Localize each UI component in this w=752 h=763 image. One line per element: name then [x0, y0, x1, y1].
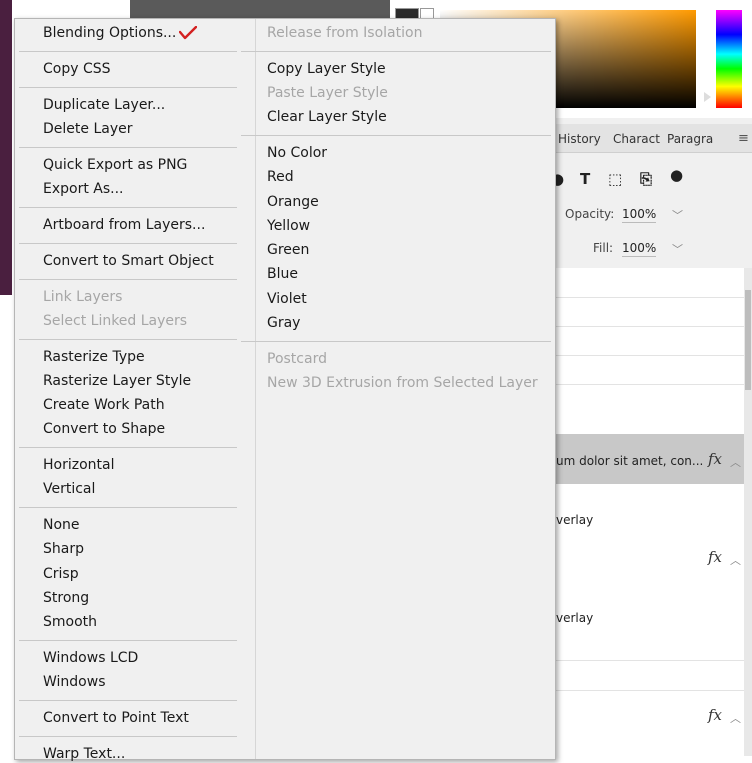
- collapse-chevron-icon[interactable]: ︿: [730, 454, 741, 470]
- menu-separator: [241, 135, 551, 136]
- menu-separator: [19, 147, 237, 148]
- menu-item-color-none[interactable]: No Color: [267, 144, 327, 162]
- menu-item-rasterize-type[interactable]: Rasterize Type: [43, 348, 145, 366]
- menu-item-copy-css[interactable]: Copy CSS: [43, 60, 111, 78]
- menu-separator: [19, 51, 237, 52]
- hue-slider-marker-icon[interactable]: [704, 92, 711, 102]
- menu-item-copy-layer-style[interactable]: Copy Layer Style: [267, 60, 386, 78]
- menu-item-release-isolation: Release from Isolation: [267, 25, 423, 41]
- menu-separator: [19, 447, 237, 448]
- menu-item-artboard-from-layers[interactable]: Artboard from Layers...: [43, 216, 205, 234]
- menu-separator: [241, 51, 551, 52]
- menu-item-convert-smart-object[interactable]: Convert to Smart Object: [43, 252, 214, 270]
- menu-item-color-gray[interactable]: Gray: [267, 314, 300, 332]
- layer-divider: [552, 326, 744, 327]
- menu-item-new-3d-extrusion: New 3D Extrusion from Selected Layer: [267, 375, 538, 391]
- hue-slider[interactable]: [716, 10, 742, 108]
- layers-scrollbar-thumb[interactable]: [745, 290, 751, 390]
- menu-separator: [19, 207, 237, 208]
- tab-history[interactable]: History: [558, 132, 601, 146]
- menu-item-vertical[interactable]: Vertical: [43, 480, 95, 498]
- menu-item-warp-text[interactable]: Warp Text...: [43, 745, 125, 763]
- menu-item-quick-export[interactable]: Quick Export as PNG: [43, 156, 187, 174]
- menu-item-aa-crisp[interactable]: Crisp: [43, 565, 79, 583]
- menu-column-divider: [255, 19, 256, 759]
- menu-separator: [19, 87, 237, 88]
- layer-name[interactable]: um dolor sit amet, con...: [556, 454, 703, 468]
- menu-item-select-linked-layers: Select Linked Layers: [43, 313, 188, 329]
- menu-separator: [19, 700, 237, 701]
- effect-overlay-label[interactable]: verlay: [556, 611, 593, 625]
- menu-item-delete-layer[interactable]: Delete Layer: [43, 120, 132, 138]
- menu-item-aa-none[interactable]: None: [43, 516, 80, 534]
- filter-toggle-icon[interactable]: ●: [670, 166, 683, 184]
- layer-divider: [552, 660, 744, 661]
- menu-item-rasterize-layer-style[interactable]: Rasterize Layer Style: [43, 372, 191, 390]
- check-mark-icon: [179, 26, 198, 40]
- top-strip: [130, 0, 390, 18]
- fill-value[interactable]: 100%: [622, 241, 657, 257]
- tab-character[interactable]: Charact: [613, 132, 660, 146]
- layers-list: [552, 268, 744, 756]
- layer-divider: [552, 690, 744, 691]
- panel-menu-icon[interactable]: ≡: [738, 131, 749, 146]
- menu-item-color-red[interactable]: Red: [267, 168, 294, 186]
- menu-item-clear-layer-style[interactable]: Clear Layer Style: [267, 108, 387, 126]
- layer-divider: [552, 297, 744, 298]
- menu-item-postcard: Postcard: [267, 351, 327, 367]
- menu-item-convert-to-shape[interactable]: Convert to Shape: [43, 420, 165, 438]
- menu-item-aa-sharp[interactable]: Sharp: [43, 540, 84, 558]
- opacity-label: Opacity:: [565, 207, 615, 221]
- menu-item-color-violet[interactable]: Violet: [267, 290, 307, 308]
- filter-type-icon[interactable]: T: [580, 170, 590, 188]
- menu-separator: [19, 507, 237, 508]
- collapse-chevron-icon[interactable]: ︿: [730, 710, 741, 726]
- menu-separator: [19, 736, 237, 737]
- menu-item-aa-smooth[interactable]: Smooth: [43, 613, 97, 631]
- menu-separator: [19, 640, 237, 641]
- effect-overlay-label[interactable]: verlay: [556, 513, 593, 527]
- filter-shape-icon[interactable]: ⬚: [608, 170, 622, 188]
- menu-item-export-as[interactable]: Export As...: [43, 180, 124, 198]
- menu-separator: [19, 339, 237, 340]
- fx-icon[interactable]: fx: [708, 450, 722, 468]
- menu-item-duplicate-layer[interactable]: Duplicate Layer...: [43, 96, 165, 114]
- opacity-chevron-icon[interactable]: ﹀: [672, 207, 683, 223]
- layer-divider: [552, 355, 744, 356]
- menu-item-paste-layer-style: Paste Layer Style: [267, 85, 388, 101]
- fill-chevron-icon[interactable]: ﹀: [672, 241, 683, 257]
- menu-item-windows-lcd[interactable]: Windows LCD: [43, 649, 138, 667]
- layer-divider: [552, 384, 744, 385]
- fx-icon[interactable]: fx: [708, 706, 722, 724]
- layer-context-menu: Blending Options... Copy CSS Duplicate L…: [14, 18, 556, 763]
- document-canvas: [0, 0, 12, 295]
- menu-item-color-green[interactable]: Green: [267, 241, 309, 259]
- menu-separator: [241, 341, 551, 342]
- menu-separator: [19, 279, 237, 280]
- collapse-chevron-icon[interactable]: ︿: [730, 552, 741, 568]
- menu-item-color-yellow[interactable]: Yellow: [267, 217, 310, 235]
- menu-item-color-blue[interactable]: Blue: [267, 265, 298, 283]
- tab-paragraph[interactable]: Paragra: [667, 132, 713, 146]
- menu-item-windows[interactable]: Windows: [43, 673, 106, 691]
- menu-item-horizontal[interactable]: Horizontal: [43, 456, 114, 474]
- menu-item-create-work-path[interactable]: Create Work Path: [43, 396, 165, 414]
- menu-item-aa-strong[interactable]: Strong: [43, 589, 89, 607]
- menu-separator: [19, 243, 237, 244]
- menu-item-color-orange[interactable]: Orange: [267, 193, 319, 211]
- fx-icon[interactable]: fx: [708, 548, 722, 566]
- menu-item-blending-options[interactable]: Blending Options...: [43, 24, 198, 42]
- menu-item-link-layers: Link Layers: [43, 289, 123, 305]
- menu-item-convert-point-text[interactable]: Convert to Point Text: [43, 709, 189, 727]
- fill-label: Fill:: [593, 241, 614, 255]
- opacity-value[interactable]: 100%: [622, 207, 657, 223]
- filter-smart-object-icon[interactable]: ⎘: [640, 170, 652, 188]
